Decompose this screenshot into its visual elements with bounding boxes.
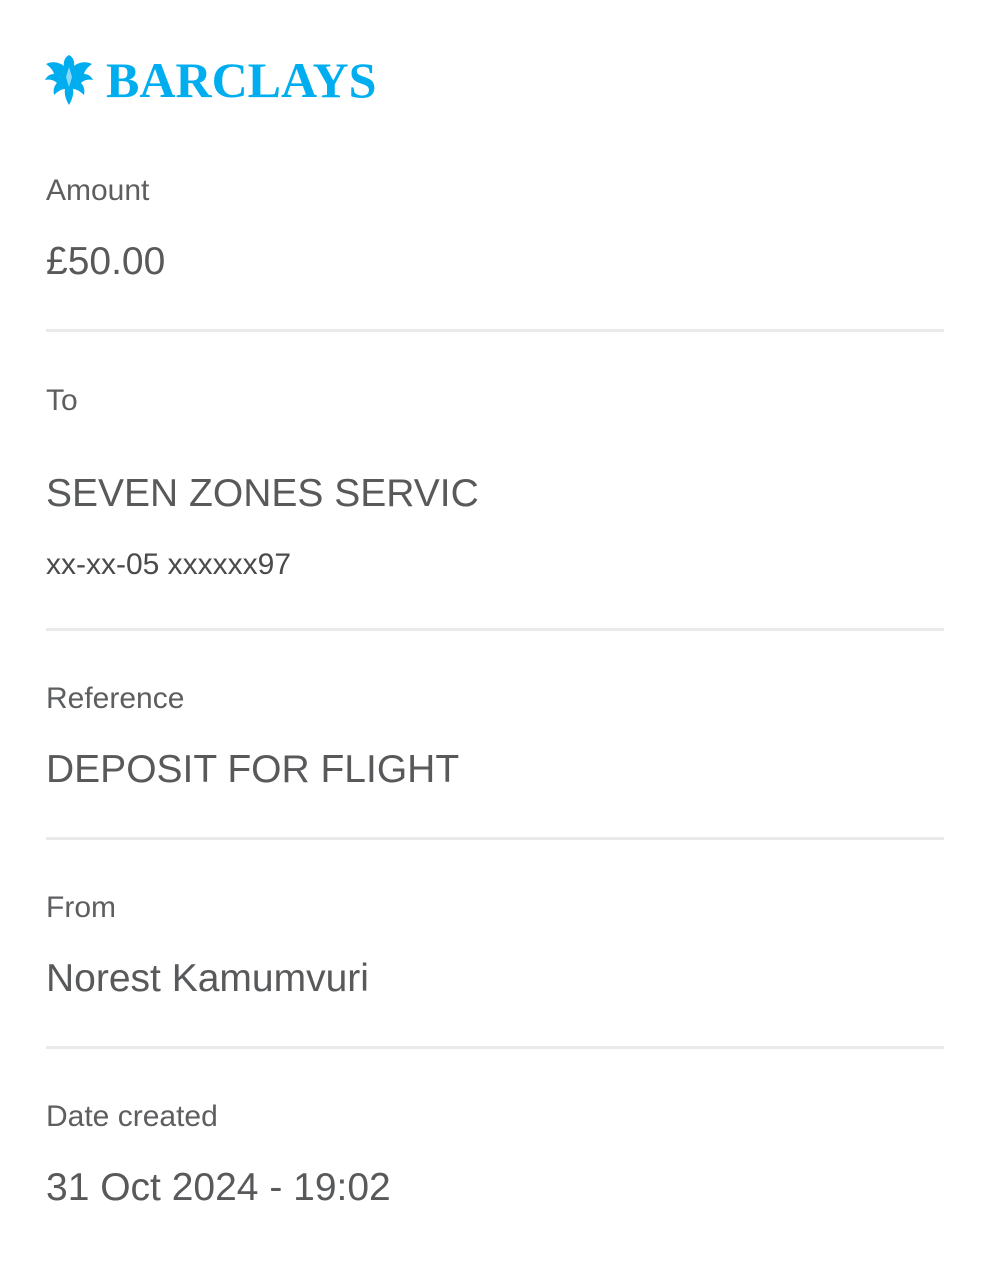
payer-label: From (46, 891, 116, 924)
reference-value: DEPOSIT FOR FLIGHT (46, 748, 460, 791)
date-section: Date created 31 Oct 2024 - 19:02 (46, 1102, 944, 1222)
date-label: Date created (46, 1100, 218, 1133)
divider (46, 837, 944, 840)
eagle-icon (44, 53, 94, 107)
payee-name: SEVEN ZONES SERVIC (46, 472, 479, 515)
reference-section: Reference DEPOSIT FOR FLIGHT (46, 684, 944, 804)
divider (46, 1046, 944, 1049)
amount-label: Amount (46, 174, 150, 207)
payer-section: From Norest Kamumvuri (46, 893, 944, 1013)
date-value: 31 Oct 2024 - 19:02 (46, 1166, 391, 1209)
payment-details-card: BARCLAYS Amount £50.00 To SEVEN ZONES SE… (0, 0, 990, 1262)
amount-section: Amount £50.00 (46, 176, 944, 296)
payee-label: To (46, 384, 78, 417)
payee-section: To SEVEN ZONES SERVIC xx-xx-05 xxxxxx97 (46, 386, 944, 586)
divider (46, 628, 944, 631)
payee-account: xx-xx-05 xxxxxx97 (46, 548, 292, 581)
reference-label: Reference (46, 682, 185, 715)
divider (46, 329, 944, 332)
brand-name: BARCLAYS (106, 52, 377, 108)
payer-name: Norest Kamumvuri (46, 957, 369, 1000)
brand-logo: BARCLAYS (44, 52, 376, 108)
amount-value: £50.00 (46, 240, 166, 283)
